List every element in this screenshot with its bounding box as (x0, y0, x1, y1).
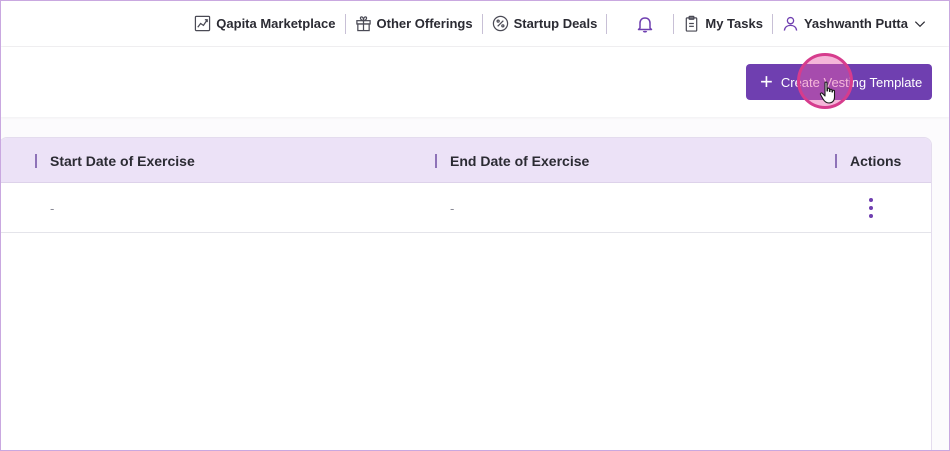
column-header-actions: Actions (835, 138, 901, 183)
column-header-label: Actions (850, 152, 902, 169)
action-bar: + Create Vesting Template (1, 47, 949, 117)
vesting-table: Start Date of Exercise End Date of Exerc… (1, 137, 932, 450)
gift-icon (355, 16, 371, 32)
chart-icon (195, 15, 211, 32)
more-actions-icon[interactable] (864, 198, 878, 218)
cell-end-date: - (450, 200, 455, 216)
kebab-dot (869, 206, 873, 210)
nav-divider (481, 13, 483, 34)
nav-other-offerings[interactable]: Other Offerings (355, 15, 473, 32)
column-divider (435, 153, 437, 168)
nav-startup-deals[interactable]: Startup Deals (492, 15, 598, 32)
nav-my-tasks-label: My Tasks (705, 16, 763, 31)
table-header: Start Date of Exercise End Date of Exerc… (1, 138, 931, 183)
column-header-label: End Date of Exercise (450, 152, 590, 169)
column-header-end-date[interactable]: End Date of Exercise (435, 138, 589, 183)
nav-startup-deals-label: Startup Deals (513, 16, 598, 31)
nav-divider (606, 13, 608, 34)
discount-badge-icon (492, 15, 508, 32)
create-vesting-template-label: Create Vesting Template (780, 74, 923, 90)
create-vesting-template-button[interactable]: + Create Vesting Template (746, 64, 932, 100)
plus-icon: + (760, 69, 773, 94)
top-nav: Qapita Marketplace Other Offerings Start… (1, 1, 949, 46)
kebab-dot (869, 214, 873, 218)
nav-divider (673, 13, 675, 34)
kebab-dot (869, 198, 873, 202)
clipboard-icon (686, 15, 698, 32)
column-header-start-date[interactable]: Start Date of Exercise (35, 138, 195, 183)
column-divider (835, 153, 837, 168)
bell-icon[interactable] (636, 15, 654, 33)
nav-marketplace[interactable]: Qapita Marketplace (194, 15, 336, 32)
user-icon (783, 16, 798, 31)
column-header-label: Start Date of Exercise (50, 152, 195, 169)
nav-divider (771, 13, 773, 34)
app-frame: Qapita Marketplace Other Offerings Start… (0, 0, 950, 451)
user-menu[interactable]: Yashwanth Putta (782, 15, 927, 32)
table-row: - - (1, 183, 931, 233)
cell-start-date: - (50, 200, 55, 216)
nav-marketplace-label: Qapita Marketplace (216, 16, 336, 31)
nav-divider (344, 13, 346, 34)
nav-my-tasks[interactable]: My Tasks (683, 15, 763, 32)
chevron-down-icon (914, 20, 926, 27)
column-divider (35, 153, 37, 168)
user-name: Yashwanth Putta (803, 16, 908, 31)
nav-other-offerings-label: Other Offerings (376, 16, 473, 31)
